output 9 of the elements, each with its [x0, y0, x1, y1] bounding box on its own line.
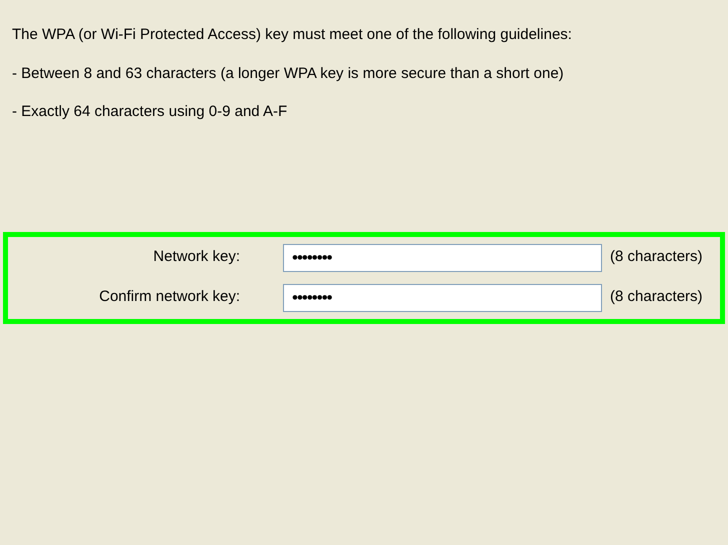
character-count: (8 characters): [610, 247, 703, 268]
field-label: Network key:: [152, 247, 240, 268]
guideline-text: - Between 8 and 63 characters (a longer WPA key is more secure than a short one): [12, 64, 565, 84]
guideline-text: - Exactly 64 characters using 0-9 and A-F: [12, 102, 288, 122]
field-label: Confirm network key:: [98, 287, 240, 308]
password-field[interactable]: ••••••••: [283, 284, 602, 312]
character-count: (8 characters): [610, 287, 703, 308]
intro-text: The WPA (or Wi-Fi Protected Access) key must meet one of the following guidelines:: [12, 25, 573, 45]
password-field[interactable]: ••••••••: [283, 244, 602, 272]
